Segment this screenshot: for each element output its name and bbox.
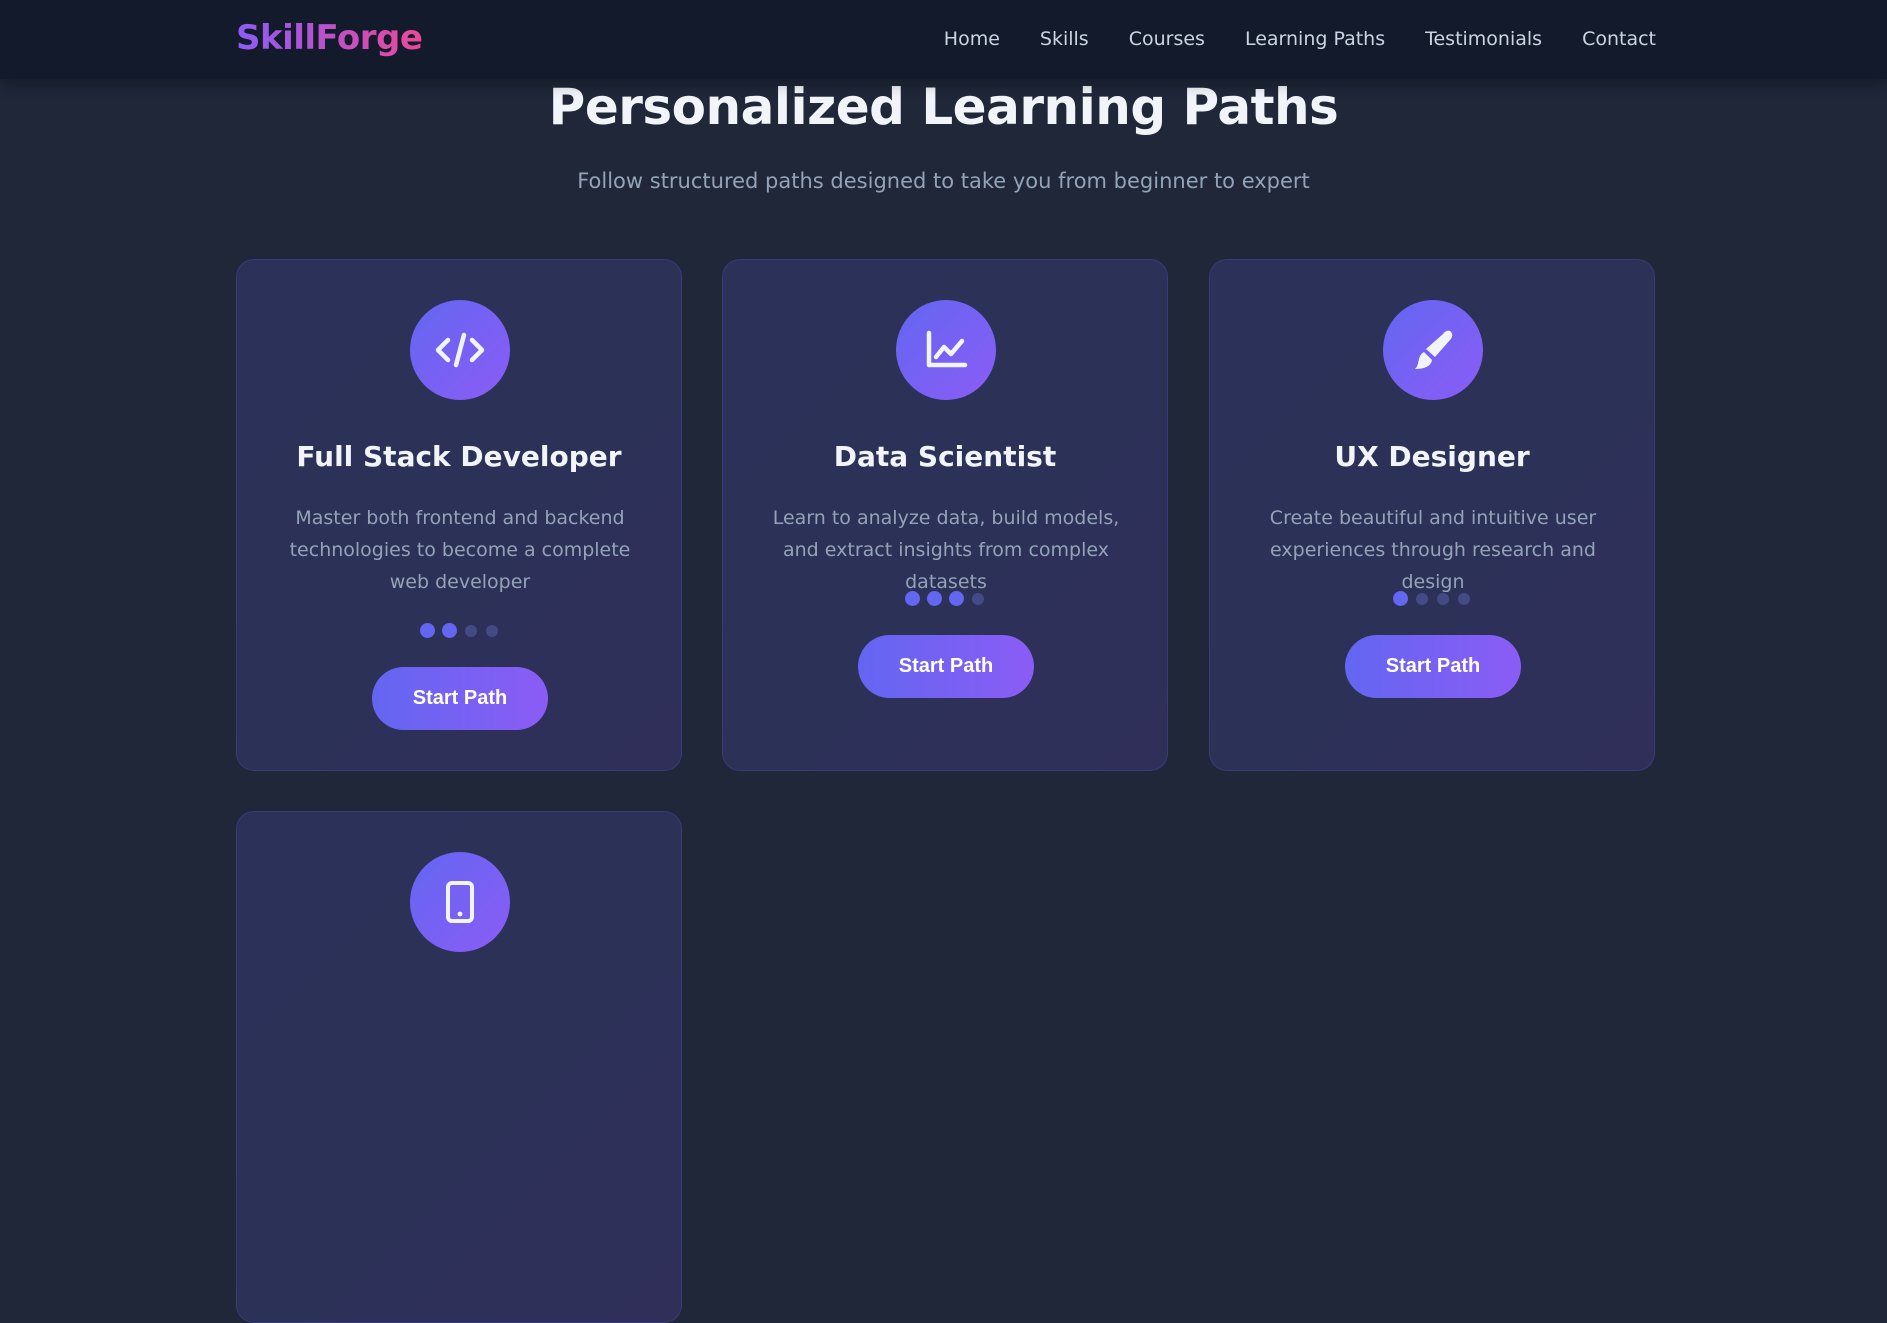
path-card-mobile: [236, 811, 682, 1323]
nav-link-courses[interactable]: Courses: [1129, 28, 1205, 50]
difficulty-dot-empty: [1437, 592, 1449, 605]
path-description: Create beautiful and intuitive user expe…: [1269, 507, 1597, 593]
difficulty-dot-empty: [972, 592, 984, 605]
path-card-full-stack: Full Stack Developer Master both fronten…: [236, 259, 682, 771]
difficulty-dot-empty: [464, 624, 477, 637]
nav-link-contact[interactable]: Contact: [1582, 28, 1656, 50]
path-card-ux-designer: UX Designer Create beautiful and intuiti…: [1209, 259, 1655, 771]
start-path-button[interactable]: Start Path: [372, 667, 548, 730]
code-icon: [410, 300, 510, 400]
difficulty-indicator: [1210, 591, 1654, 606]
brand-logo[interactable]: SkillForge: [236, 18, 423, 58]
difficulty-dot-filled: [1393, 591, 1408, 606]
start-path-button[interactable]: Start Path: [1345, 635, 1521, 698]
path-card-data-scientist: Data Scientist Learn to analyze data, bu…: [722, 259, 1168, 771]
difficulty-dot-empty: [1416, 592, 1428, 605]
path-title: Data Scientist: [833, 440, 1057, 473]
difficulty-dot-filled: [905, 591, 920, 606]
difficulty-dot-filled: [419, 623, 435, 638]
path-description: Master both frontend and backend technol…: [289, 507, 631, 593]
nav-link-skills[interactable]: Skills: [1040, 28, 1089, 50]
path-title: Full Stack Developer: [296, 440, 622, 473]
paintbrush-icon: [1383, 300, 1483, 400]
section-subtitle: Follow structured paths designed to take…: [577, 169, 1310, 193]
path-description: Learn to analyze data, build models, and…: [772, 507, 1120, 593]
nav-link-learning-paths[interactable]: Learning Paths: [1245, 28, 1385, 50]
difficulty-dot-empty: [1458, 592, 1470, 605]
difficulty-dot-filled: [927, 591, 942, 606]
nav-link-testimonials[interactable]: Testimonials: [1425, 28, 1542, 50]
start-path-button[interactable]: Start Path: [858, 635, 1034, 698]
path-title: UX Designer: [1334, 440, 1530, 473]
difficulty-indicator: [237, 623, 681, 638]
difficulty-dot-empty: [485, 624, 498, 637]
nav-links: Home Skills Courses Learning Paths Testi…: [944, 28, 1656, 50]
section-title: Personalized Learning Paths: [548, 78, 1339, 136]
nav-link-home[interactable]: Home: [944, 28, 1000, 50]
difficulty-dot-filled: [441, 623, 457, 638]
difficulty-dot-filled: [949, 591, 964, 606]
mobile-icon: [410, 852, 510, 952]
navbar: SkillForge Home Skills Courses Learning …: [0, 0, 1887, 79]
difficulty-indicator: [723, 591, 1167, 606]
chart-line-icon: [896, 300, 996, 400]
